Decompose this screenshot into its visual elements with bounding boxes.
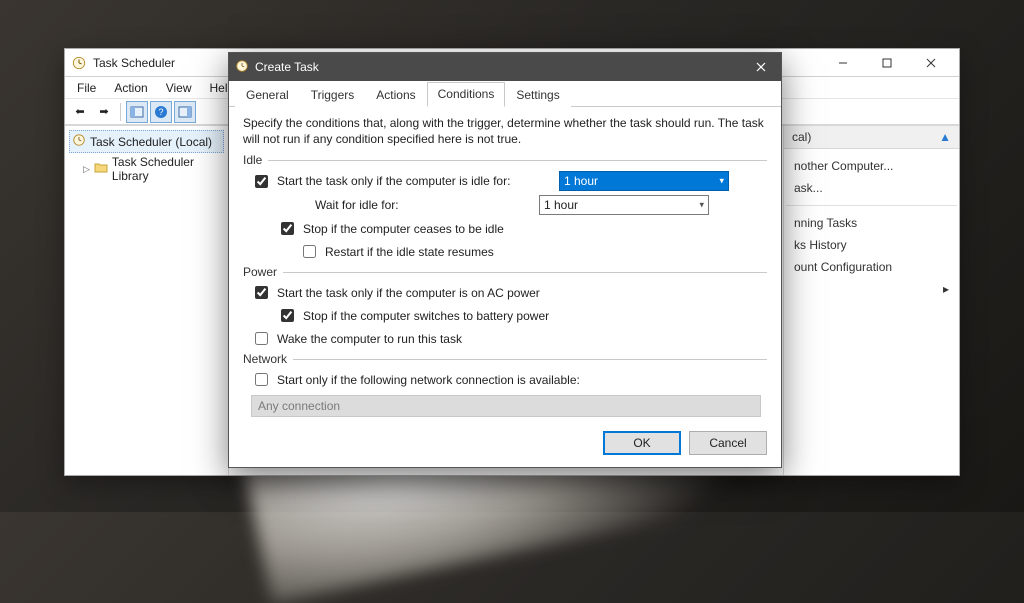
- combo-wait-for-idle[interactable]: 1 hour▾: [539, 195, 709, 215]
- collapse-icon[interactable]: ▲: [939, 130, 951, 144]
- tab-conditions[interactable]: Conditions: [427, 82, 506, 107]
- clock-icon: [72, 133, 86, 150]
- dialog-titlebar: Create Task: [229, 53, 781, 81]
- svg-text:?: ?: [158, 107, 163, 117]
- create-task-dialog: Create Task General Triggers Actions Con…: [228, 52, 782, 468]
- dialog-close-button[interactable]: [741, 53, 781, 81]
- label-wake-to-run: Wake the computer to run this task: [277, 332, 462, 346]
- dialog-button-row: OK Cancel: [229, 427, 781, 467]
- actions-submenu-caret[interactable]: ▸: [792, 278, 951, 286]
- nav-back-icon[interactable]: ⬅: [69, 101, 91, 123]
- toolbar-icon-3[interactable]: [174, 101, 196, 123]
- group-idle: Idle: [243, 153, 767, 167]
- chevron-down-icon: ▾: [719, 176, 724, 187]
- conditions-description: Specify the conditions that, along with …: [243, 115, 767, 147]
- actions-group-title: cal) ▲: [784, 126, 959, 149]
- tab-general[interactable]: General: [235, 83, 300, 107]
- checkbox-stop-if-ceases[interactable]: [281, 222, 294, 235]
- label-stop-on-battery: Stop if the computer switches to battery…: [303, 309, 549, 323]
- chevron-right-icon: ▷: [83, 164, 90, 175]
- tab-settings[interactable]: Settings: [505, 83, 570, 107]
- help-icon[interactable]: ?: [150, 101, 172, 123]
- checkbox-idle-start[interactable]: [255, 175, 268, 188]
- tree-root[interactable]: Task Scheduler (Local): [69, 130, 224, 153]
- checkbox-restart-if-resumes[interactable]: [303, 245, 316, 258]
- menu-file[interactable]: File: [69, 79, 104, 97]
- combo-network-connection: Any connection: [251, 395, 761, 417]
- group-network: Network: [243, 352, 767, 366]
- combo-idle-for[interactable]: 1 hour▾: [559, 171, 729, 191]
- checkbox-wake-to-run[interactable]: [255, 332, 268, 345]
- checkbox-on-ac[interactable]: [255, 286, 268, 299]
- group-power: Power: [243, 265, 767, 279]
- toolbar-icon-1[interactable]: [126, 101, 148, 123]
- actions-item-4[interactable]: ks History: [792, 234, 951, 256]
- parent-title: Task Scheduler: [93, 56, 175, 70]
- label-restart-if-resumes: Restart if the idle state resumes: [325, 245, 494, 259]
- tab-actions[interactable]: Actions: [365, 83, 426, 107]
- tree-root-label: Task Scheduler (Local): [90, 135, 212, 149]
- dialog-icon: [235, 59, 249, 76]
- ok-button[interactable]: OK: [603, 431, 681, 455]
- actions-item-3[interactable]: nning Tasks: [792, 212, 951, 234]
- label-wait-for-idle: Wait for idle for:: [315, 198, 533, 212]
- checkbox-network-only[interactable]: [255, 373, 268, 386]
- label-network-only: Start only if the following network conn…: [277, 373, 580, 387]
- dialog-title: Create Task: [255, 60, 319, 74]
- nav-forward-icon[interactable]: ➡: [93, 101, 115, 123]
- folder-icon: [94, 162, 108, 177]
- tree-pane: Task Scheduler (Local) ▷ Task Scheduler …: [65, 126, 229, 475]
- minimize-button[interactable]: [821, 49, 865, 77]
- label-idle-start: Start the task only if the computer is i…: [277, 174, 553, 188]
- label-on-ac: Start the task only if the computer is o…: [277, 286, 540, 300]
- chevron-down-icon: ▾: [699, 200, 704, 211]
- close-button[interactable]: [909, 49, 953, 77]
- menu-view[interactable]: View: [158, 79, 200, 97]
- tree-child-label: Task Scheduler Library: [112, 155, 222, 183]
- checkbox-stop-on-battery[interactable]: [281, 309, 294, 322]
- tree-child[interactable]: ▷ Task Scheduler Library: [69, 153, 224, 185]
- tab-triggers[interactable]: Triggers: [300, 83, 366, 107]
- maximize-button[interactable]: [865, 49, 909, 77]
- label-stop-if-ceases: Stop if the computer ceases to be idle: [303, 222, 504, 236]
- menu-action[interactable]: Action: [106, 79, 155, 97]
- actions-pane: cal) ▲ nother Computer... ask... nning T…: [783, 126, 959, 475]
- clock-icon: [71, 55, 87, 71]
- actions-item-0[interactable]: nother Computer...: [792, 155, 951, 177]
- actions-item-5[interactable]: ount Configuration: [792, 256, 951, 278]
- actions-item-1[interactable]: ask...: [792, 177, 951, 199]
- dialog-tabs: General Triggers Actions Conditions Sett…: [229, 81, 781, 107]
- cancel-button[interactable]: Cancel: [689, 431, 767, 455]
